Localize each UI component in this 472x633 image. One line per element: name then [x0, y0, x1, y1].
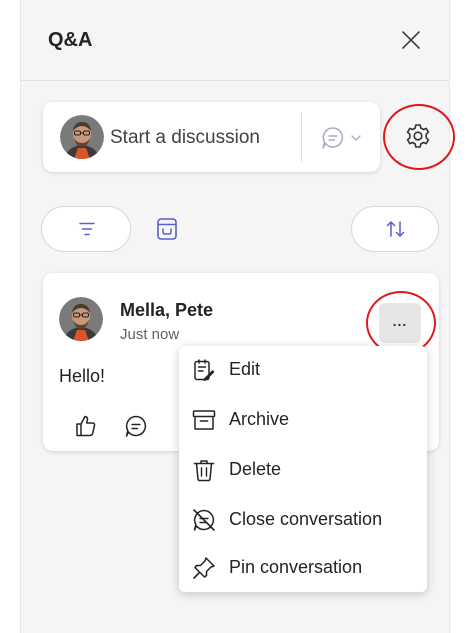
panel-header: Q&A [21, 0, 449, 81]
chat-icon [322, 127, 344, 149]
menu-item-label: Delete [229, 459, 282, 479]
panel-title: Q&A [48, 29, 93, 51]
menu-item-label: Edit [229, 359, 261, 379]
menu-item-close-conversation[interactable]: Close conversation [179, 496, 427, 544]
avatar [59, 297, 103, 341]
close-conversation-icon [193, 509, 215, 531]
archive-icon [192, 410, 216, 430]
compose-placeholder[interactable]: Start a discussion [110, 127, 260, 149]
qa-panel: Q&A Start a discussion Mella, Pete Just … [20, 0, 455, 633]
menu-item-edit[interactable]: Edit [179, 346, 427, 394]
menu-item-archive[interactable]: Archive [179, 396, 427, 444]
menu-item-label: Archive [229, 409, 290, 429]
sort-button[interactable] [351, 206, 439, 252]
context-menu: Edit Archive Delete Close conversation P… [179, 346, 427, 592]
avatar [60, 115, 104, 159]
menu-item-pin-conversation[interactable]: Pin conversation [179, 544, 427, 592]
menu-item-label: Pin conversation [229, 557, 363, 577]
compose-box[interactable]: Start a discussion [43, 102, 380, 172]
chevron-down-icon [351, 135, 361, 141]
pin-icon [193, 557, 215, 579]
post-message: Hello! [59, 366, 106, 386]
thumbs-up-icon [76, 415, 96, 437]
menu-item-delete[interactable]: Delete [179, 446, 427, 494]
compose-divider [301, 112, 302, 162]
post-timestamp: Just now [120, 326, 180, 343]
reply-icon [125, 415, 147, 437]
close-button[interactable] [397, 26, 425, 54]
post-author: Mella, Pete [120, 300, 214, 320]
post-type-dropdown[interactable] [319, 124, 369, 152]
edit-icon [194, 359, 215, 381]
sort-icon [386, 221, 405, 237]
archive-view-button[interactable] [152, 214, 182, 244]
filter-button[interactable] [41, 206, 131, 252]
reply-button[interactable] [123, 413, 149, 439]
archive-icon [157, 218, 177, 240]
menu-item-label: Close conversation [229, 509, 383, 529]
close-icon [402, 31, 420, 49]
like-button[interactable] [73, 413, 99, 439]
settings-highlight-circle [383, 104, 455, 170]
delete-icon [193, 460, 215, 482]
filter-icon [79, 222, 95, 236]
